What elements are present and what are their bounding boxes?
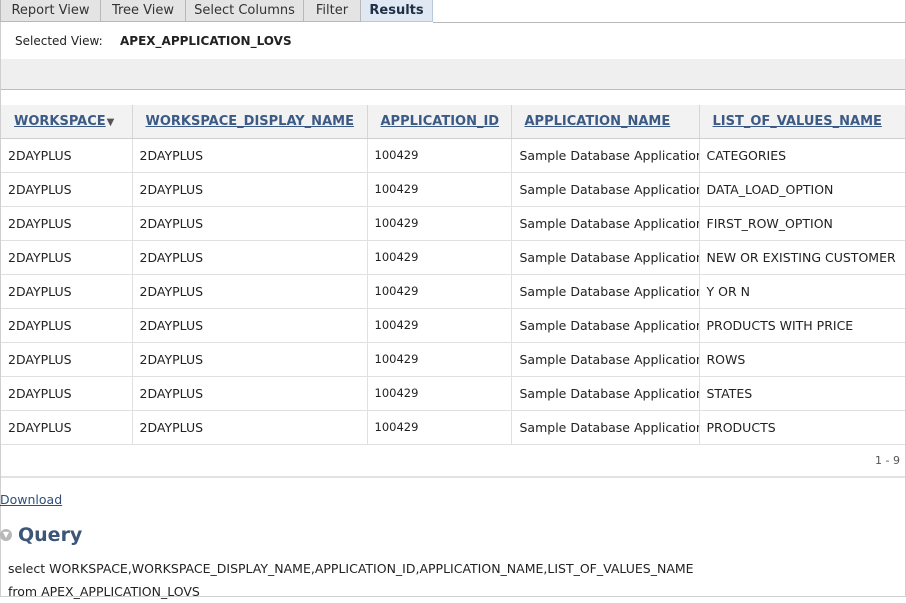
column-header-label[interactable]: APPLICATION_ID xyxy=(381,114,500,129)
cell-list-of-values-name: CATEGORIES xyxy=(699,138,905,173)
table-row: 2DAYPLUS 2DAYPLUS 100429 Sample Database Ap… xyxy=(1,138,905,173)
cell-workspace-display-name: 2DAYPLUS xyxy=(132,274,368,309)
query-title: Query xyxy=(18,524,83,546)
cell-application-id: 100429 xyxy=(367,376,512,411)
spacer xyxy=(1,90,905,105)
query-sql: select WORKSPACE,WORKSPACE_DISPLAY_NAME,… xyxy=(8,557,694,603)
cell-workspace: 2DAYPLUS xyxy=(1,240,133,275)
results-table: WORKSPACE▼ WORKSPACE_DISPLAY_NAME APPLIC… xyxy=(1,105,905,445)
tab-divider xyxy=(433,22,906,23)
selected-view-label: Selected View: xyxy=(15,34,103,48)
column-header-label[interactable]: WORKSPACE_DISPLAY_NAME xyxy=(146,114,354,129)
cell-application-id: 100429 xyxy=(367,138,512,173)
column-header-label[interactable]: WORKSPACE xyxy=(14,114,106,129)
cell-application-name: Sample Database Application xyxy=(511,172,700,207)
table-row: 2DAYPLUS 2DAYPLUS 100429 Sample Database Ap… xyxy=(1,206,905,241)
cell-application-name: Sample Database Application xyxy=(511,206,700,241)
column-header-label[interactable]: LIST_OF_VALUES_NAME xyxy=(713,114,882,129)
table-row: 2DAYPLUS 2DAYPLUS 100429 Sample Database Ap… xyxy=(1,240,905,275)
table-row: 2DAYPLUS 2DAYPLUS 100429 Sample Database Ap… xyxy=(1,172,905,207)
cell-list-of-values-name: PRODUCTS WITH PRICE xyxy=(699,308,905,343)
results-table-region: WORKSPACE▼ WORKSPACE_DISPLAY_NAME APPLIC… xyxy=(1,105,905,445)
cell-workspace: 2DAYPLUS xyxy=(1,138,133,173)
column-header-workspace-display-name[interactable]: WORKSPACE_DISPLAY_NAME xyxy=(132,105,368,139)
cell-application-name: Sample Database Application xyxy=(511,410,700,445)
column-header-workspace[interactable]: WORKSPACE▼ xyxy=(1,105,133,139)
table-header-row: WORKSPACE▼ WORKSPACE_DISPLAY_NAME APPLIC… xyxy=(1,105,905,139)
table-row: 2DAYPLUS 2DAYPLUS 100429 Sample Database Ap… xyxy=(1,410,905,445)
cell-list-of-values-name: STATES xyxy=(699,376,905,411)
table-row: 2DAYPLUS 2DAYPLUS 100429 Sample Database Ap… xyxy=(1,308,905,343)
selected-view: Selected View: APEX_APPLICATION_LOVS xyxy=(15,34,292,48)
cell-list-of-values-name: Y OR N xyxy=(699,274,905,309)
cell-list-of-values-name: PRODUCTS xyxy=(699,410,905,445)
cell-workspace-display-name: 2DAYPLUS xyxy=(132,138,368,173)
cell-application-id: 100429 xyxy=(367,206,512,241)
cell-workspace-display-name: 2DAYPLUS xyxy=(132,376,368,411)
cell-workspace: 2DAYPLUS xyxy=(1,206,133,241)
collapse-chevron-icon[interactable]: ▼ xyxy=(0,529,12,541)
cell-list-of-values-name: DATA_LOAD_OPTION xyxy=(699,172,905,207)
cell-application-id: 100429 xyxy=(367,410,512,445)
sort-descending-icon[interactable]: ▼ xyxy=(107,117,115,128)
cell-list-of-values-name: ROWS xyxy=(699,342,905,377)
column-header-application-name[interactable]: APPLICATION_NAME xyxy=(511,105,700,139)
tab-tree-view[interactable]: Tree View xyxy=(101,0,186,22)
table-row: 2DAYPLUS 2DAYPLUS 100429 Sample Database Ap… xyxy=(1,274,905,309)
pagination-divider xyxy=(1,476,905,478)
cell-workspace: 2DAYPLUS xyxy=(1,342,133,377)
column-header-application-id[interactable]: APPLICATION_ID xyxy=(367,105,512,139)
cell-application-id: 100429 xyxy=(367,342,512,377)
cell-workspace: 2DAYPLUS xyxy=(1,376,133,411)
cell-application-id: 100429 xyxy=(367,308,512,343)
sql-line: from APEX_APPLICATION_LOVS xyxy=(8,584,200,599)
cell-workspace: 2DAYPLUS xyxy=(1,308,133,343)
tab-results[interactable]: Results xyxy=(361,0,433,22)
cell-application-name: Sample Database Application xyxy=(511,376,700,411)
cell-workspace-display-name: 2DAYPLUS xyxy=(132,240,368,275)
selected-view-value: APEX_APPLICATION_LOVS xyxy=(120,34,292,48)
table-row: 2DAYPLUS 2DAYPLUS 100429 Sample Database Ap… xyxy=(1,376,905,411)
cell-application-name: Sample Database Application xyxy=(511,138,700,173)
pagination-info: 1 - 9 xyxy=(875,454,900,467)
tab-bar: Report View Tree View Select Columns Fil… xyxy=(0,0,433,23)
column-header-list-of-values-name[interactable]: LIST_OF_VALUES_NAME xyxy=(699,105,905,139)
cell-workspace: 2DAYPLUS xyxy=(1,274,133,309)
cell-application-id: 100429 xyxy=(367,274,512,309)
column-header-label[interactable]: APPLICATION_NAME xyxy=(525,114,671,129)
download-link[interactable]: Download xyxy=(0,492,62,507)
cell-workspace-display-name: 2DAYPLUS xyxy=(132,410,368,445)
tab-report-view[interactable]: Report View xyxy=(0,0,101,22)
cell-workspace-display-name: 2DAYPLUS xyxy=(132,342,368,377)
cell-workspace-display-name: 2DAYPLUS xyxy=(132,172,368,207)
table-row: 2DAYPLUS 2DAYPLUS 100429 Sample Database Ap… xyxy=(1,342,905,377)
tab-filter[interactable]: Filter xyxy=(304,0,361,22)
cell-application-name: Sample Database Application xyxy=(511,308,700,343)
cell-workspace: 2DAYPLUS xyxy=(1,410,133,445)
cell-list-of-values-name: FIRST_ROW_OPTION xyxy=(699,206,905,241)
cell-workspace: 2DAYPLUS xyxy=(1,172,133,207)
tab-select-columns[interactable]: Select Columns xyxy=(186,0,304,22)
cell-application-name: Sample Database Application xyxy=(511,274,700,309)
cell-workspace-display-name: 2DAYPLUS xyxy=(132,308,368,343)
cell-application-id: 100429 xyxy=(367,172,512,207)
sql-line: select WORKSPACE,WORKSPACE_DISPLAY_NAME,… xyxy=(8,561,694,576)
cell-application-id: 100429 xyxy=(367,240,512,275)
cell-application-name: Sample Database Application xyxy=(511,342,700,377)
cell-workspace-display-name: 2DAYPLUS xyxy=(132,206,368,241)
cell-list-of-values-name: NEW OR EXISTING CUSTOMER xyxy=(699,240,905,275)
cell-application-name: Sample Database Application xyxy=(511,240,700,275)
query-section-header[interactable]: ▼ Query xyxy=(0,524,82,546)
report-toolbar xyxy=(1,59,905,90)
